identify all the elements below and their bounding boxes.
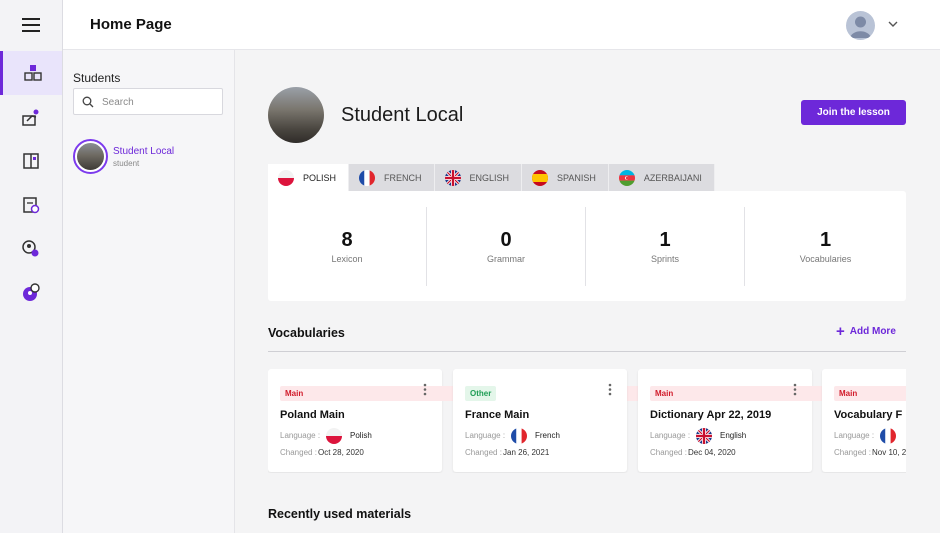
chevron-down-icon[interactable] <box>886 18 900 30</box>
language-label: Language : <box>465 431 506 440</box>
vocabulary-card[interactable]: Main Poland Main Language : Polish Chang… <box>268 369 906 472</box>
vocabulary-card[interactable]: Main Vocabulary F Language : Changed : N… <box>822 369 906 472</box>
france-flag-icon <box>880 428 896 444</box>
spain-flag-icon <box>532 169 549 186</box>
tab-label: FRENCH <box>384 172 422 183</box>
student-avatar <box>73 139 108 174</box>
changed-value: Oct 28, 2020 <box>318 448 364 457</box>
books-icon[interactable] <box>0 139 62 183</box>
user-settings-icon[interactable] <box>0 227 62 271</box>
uk-flag-icon <box>696 428 712 444</box>
vocabulary-cards: Main Poland Main Language : Polish Chang… <box>268 369 906 473</box>
language-label: Language : <box>650 431 691 440</box>
changed-label: Changed : <box>834 448 871 457</box>
stat-value: 8 <box>341 229 353 251</box>
status-badge: Main <box>834 386 906 401</box>
profile-avatar <box>268 87 324 143</box>
stat-label: Grammar <box>487 254 525 264</box>
card-title: France Main <box>465 409 530 421</box>
card-title: Dictionary Apr 22, 2019 <box>650 409 772 421</box>
students-panel: Students Student Local student <box>63 50 235 533</box>
page-title: Home Page <box>90 16 172 33</box>
stat-lexicon: 8 Lexicon <box>268 207 427 286</box>
language-label: Language : <box>834 431 875 440</box>
vocabularies-heading: Vocabularies <box>268 326 345 340</box>
more-options-icon[interactable] <box>793 383 797 396</box>
tab-label: SPANISH <box>557 172 596 183</box>
stat-label: Lexicon <box>331 254 363 264</box>
calendar-document-icon[interactable] <box>0 183 62 227</box>
main-content: Student Local Join the lesson POLISH FRE… <box>235 50 940 533</box>
france-flag-icon <box>359 169 376 186</box>
stat-sprints: 1 Sprints <box>586 207 745 286</box>
dashboard-icon[interactable] <box>0 51 62 95</box>
stat-value: 1 <box>659 229 671 251</box>
tab-polish[interactable]: POLISH <box>268 164 350 191</box>
changed-value: Jan 26, 2021 <box>503 448 550 457</box>
search-box <box>73 88 223 115</box>
poland-flag-icon <box>326 428 342 444</box>
more-options-icon[interactable] <box>608 383 612 396</box>
language-value: Polish <box>350 431 372 440</box>
sidebar-rail <box>0 0 63 533</box>
france-flag-icon <box>511 428 527 444</box>
more-options-icon[interactable] <box>423 383 427 396</box>
changed-label: Changed : <box>465 448 502 457</box>
stat-value: 0 <box>500 229 512 251</box>
uk-flag-icon <box>444 169 461 186</box>
divider <box>268 351 906 352</box>
tab-spanish[interactable]: SPANISH <box>522 164 609 191</box>
tab-label: ENGLISH <box>469 172 510 183</box>
vocabulary-card[interactable]: Other France Main Language : French Chan… <box>453 369 627 472</box>
stat-grammar: 0 Grammar <box>427 207 586 286</box>
stats-panel: 8 Lexicon 0 Grammar 1 Sprints 1 Vocabula… <box>268 191 906 301</box>
stat-label: Sprints <box>650 254 679 264</box>
stat-value: 1 <box>819 229 832 251</box>
user-avatar[interactable] <box>846 11 875 40</box>
language-value: French <box>535 431 560 440</box>
tab-english[interactable]: ENGLISH <box>434 164 523 191</box>
azerbaijan-flag-icon <box>618 169 635 186</box>
profile-name: Student Local <box>341 104 464 126</box>
add-more-label: Add More <box>849 326 896 337</box>
join-lesson-button[interactable]: Join the lesson <box>801 100 906 125</box>
tab-french[interactable]: FRENCH <box>349 164 435 191</box>
stat-vocabularies: 1 Vocabularies <box>746 207 905 286</box>
vocabulary-card[interactable]: Main Dictionary Apr 22, 2019 Language : … <box>638 369 906 472</box>
tab-label: AZERBAIJANI <box>643 172 702 183</box>
language-tabs: POLISH FRENCH ENGLISH SPANISH AZERBAIJAN… <box>268 164 715 191</box>
language-value: English <box>720 431 747 440</box>
student-list-item[interactable]: Student Local student <box>73 139 228 175</box>
tab-label: POLISH <box>303 172 337 183</box>
student-role: student <box>113 159 140 168</box>
stat-label: Vocabularies <box>799 254 852 264</box>
top-bar: Home Page <box>63 0 940 50</box>
plus-icon: + <box>836 322 845 340</box>
tab-azerbaijani[interactable]: AZERBAIJANI <box>608 164 715 191</box>
search-input[interactable] <box>102 93 217 111</box>
poland-flag-icon <box>278 169 294 186</box>
students-heading: Students <box>73 71 121 85</box>
card-title: Vocabulary F <box>834 409 903 421</box>
recent-materials-heading: Recently used materials <box>268 507 412 521</box>
teaching-icon[interactable] <box>0 95 62 139</box>
changed-value: Nov 10, 2 <box>872 448 906 457</box>
student-name: Student Local <box>113 146 175 157</box>
search-icon <box>82 96 94 108</box>
user-question-icon[interactable] <box>0 271 62 315</box>
changed-label: Changed : <box>280 448 317 457</box>
language-label: Language : <box>280 431 321 440</box>
changed-label: Changed : <box>650 448 687 457</box>
changed-value: Dec 04, 2020 <box>688 448 736 457</box>
add-more-button[interactable]: + Add More <box>836 322 896 340</box>
status-badge: Other <box>465 386 497 401</box>
menu-icon[interactable] <box>0 0 62 50</box>
card-title: Poland Main <box>280 409 345 421</box>
